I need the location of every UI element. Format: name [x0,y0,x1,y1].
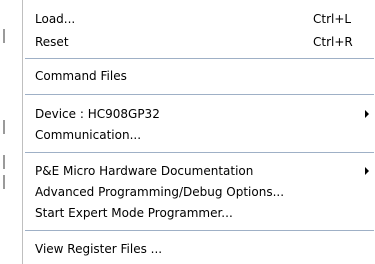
menu-item-advanced-options[interactable]: Advanced Programming/Debug Options... [23,181,375,203]
menu-item-label: Advanced Programming/Debug Options... [35,185,285,199]
menu-item-view-register-files[interactable]: View Register Files ... [23,238,375,260]
gutter-mark [3,175,5,189]
submenu-arrow-icon [365,110,369,118]
menu-item-expert-mode-programmer[interactable]: Start Expert Mode Programmer... [23,202,375,224]
menu-item-reset[interactable]: Reset Ctrl+R [23,31,375,53]
window-left-gutter [0,0,22,264]
menu-separator [25,152,374,153]
menu-item-label: Device : HC908GP32 [35,107,160,121]
menu-item-shortcut: Ctrl+L [313,12,352,26]
menu-item-device[interactable]: Device : HC908GP32 [23,103,375,125]
gutter-mark [3,120,5,134]
gutter-mark [3,155,5,169]
context-menu: Load... Ctrl+L Reset Ctrl+R Command File… [22,0,375,264]
menu-item-communication[interactable]: Communication... [23,124,375,146]
menu-item-shortcut: Ctrl+R [313,35,353,49]
menu-item-label: Communication... [35,128,142,142]
menu-item-label: Start Expert Mode Programmer... [35,206,233,220]
menu-item-label: View Register Files ... [35,242,163,256]
menu-item-hardware-documentation[interactable]: P&E Micro Hardware Documentation [23,160,375,182]
menu-item-command-files[interactable]: Command Files [23,65,375,87]
gutter-mark [3,29,5,43]
menu-separator [25,58,374,59]
menu-item-label: Command Files [35,69,127,83]
menu-item-load[interactable]: Load... Ctrl+L [23,8,375,30]
menu-separator [25,94,374,95]
submenu-arrow-icon [365,167,369,175]
menu-item-label: Reset [35,35,69,49]
menu-separator [25,230,374,231]
menu-item-label: Load... [35,12,76,26]
menu-item-label: P&E Micro Hardware Documentation [35,164,254,178]
